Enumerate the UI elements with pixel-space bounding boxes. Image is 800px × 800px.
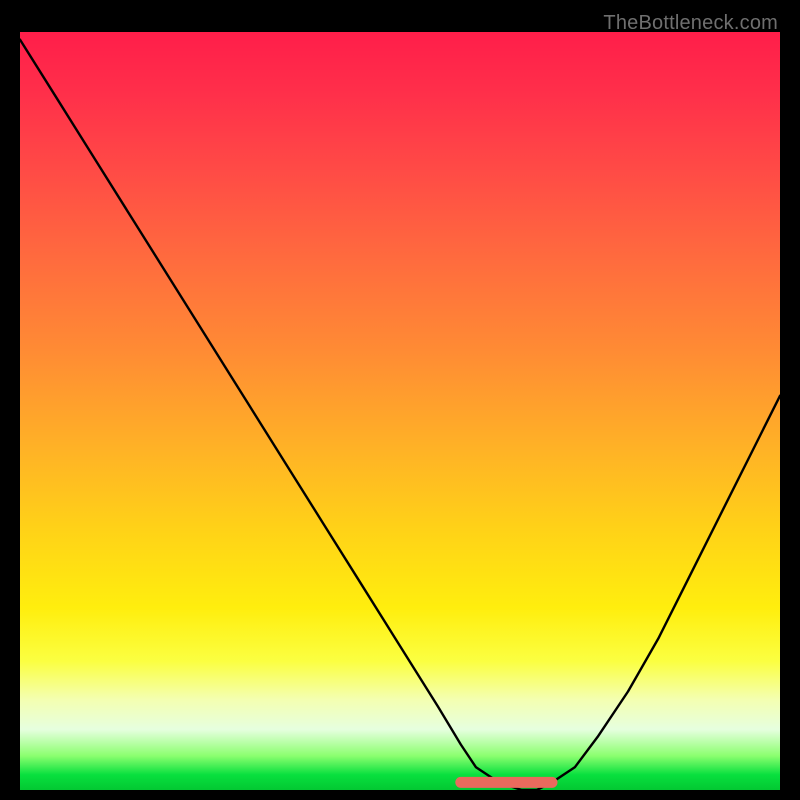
chart-frame: TheBottleneck.com [10, 10, 790, 790]
chart-line [20, 40, 780, 790]
chart-svg [20, 32, 780, 790]
plot-area [20, 32, 780, 790]
